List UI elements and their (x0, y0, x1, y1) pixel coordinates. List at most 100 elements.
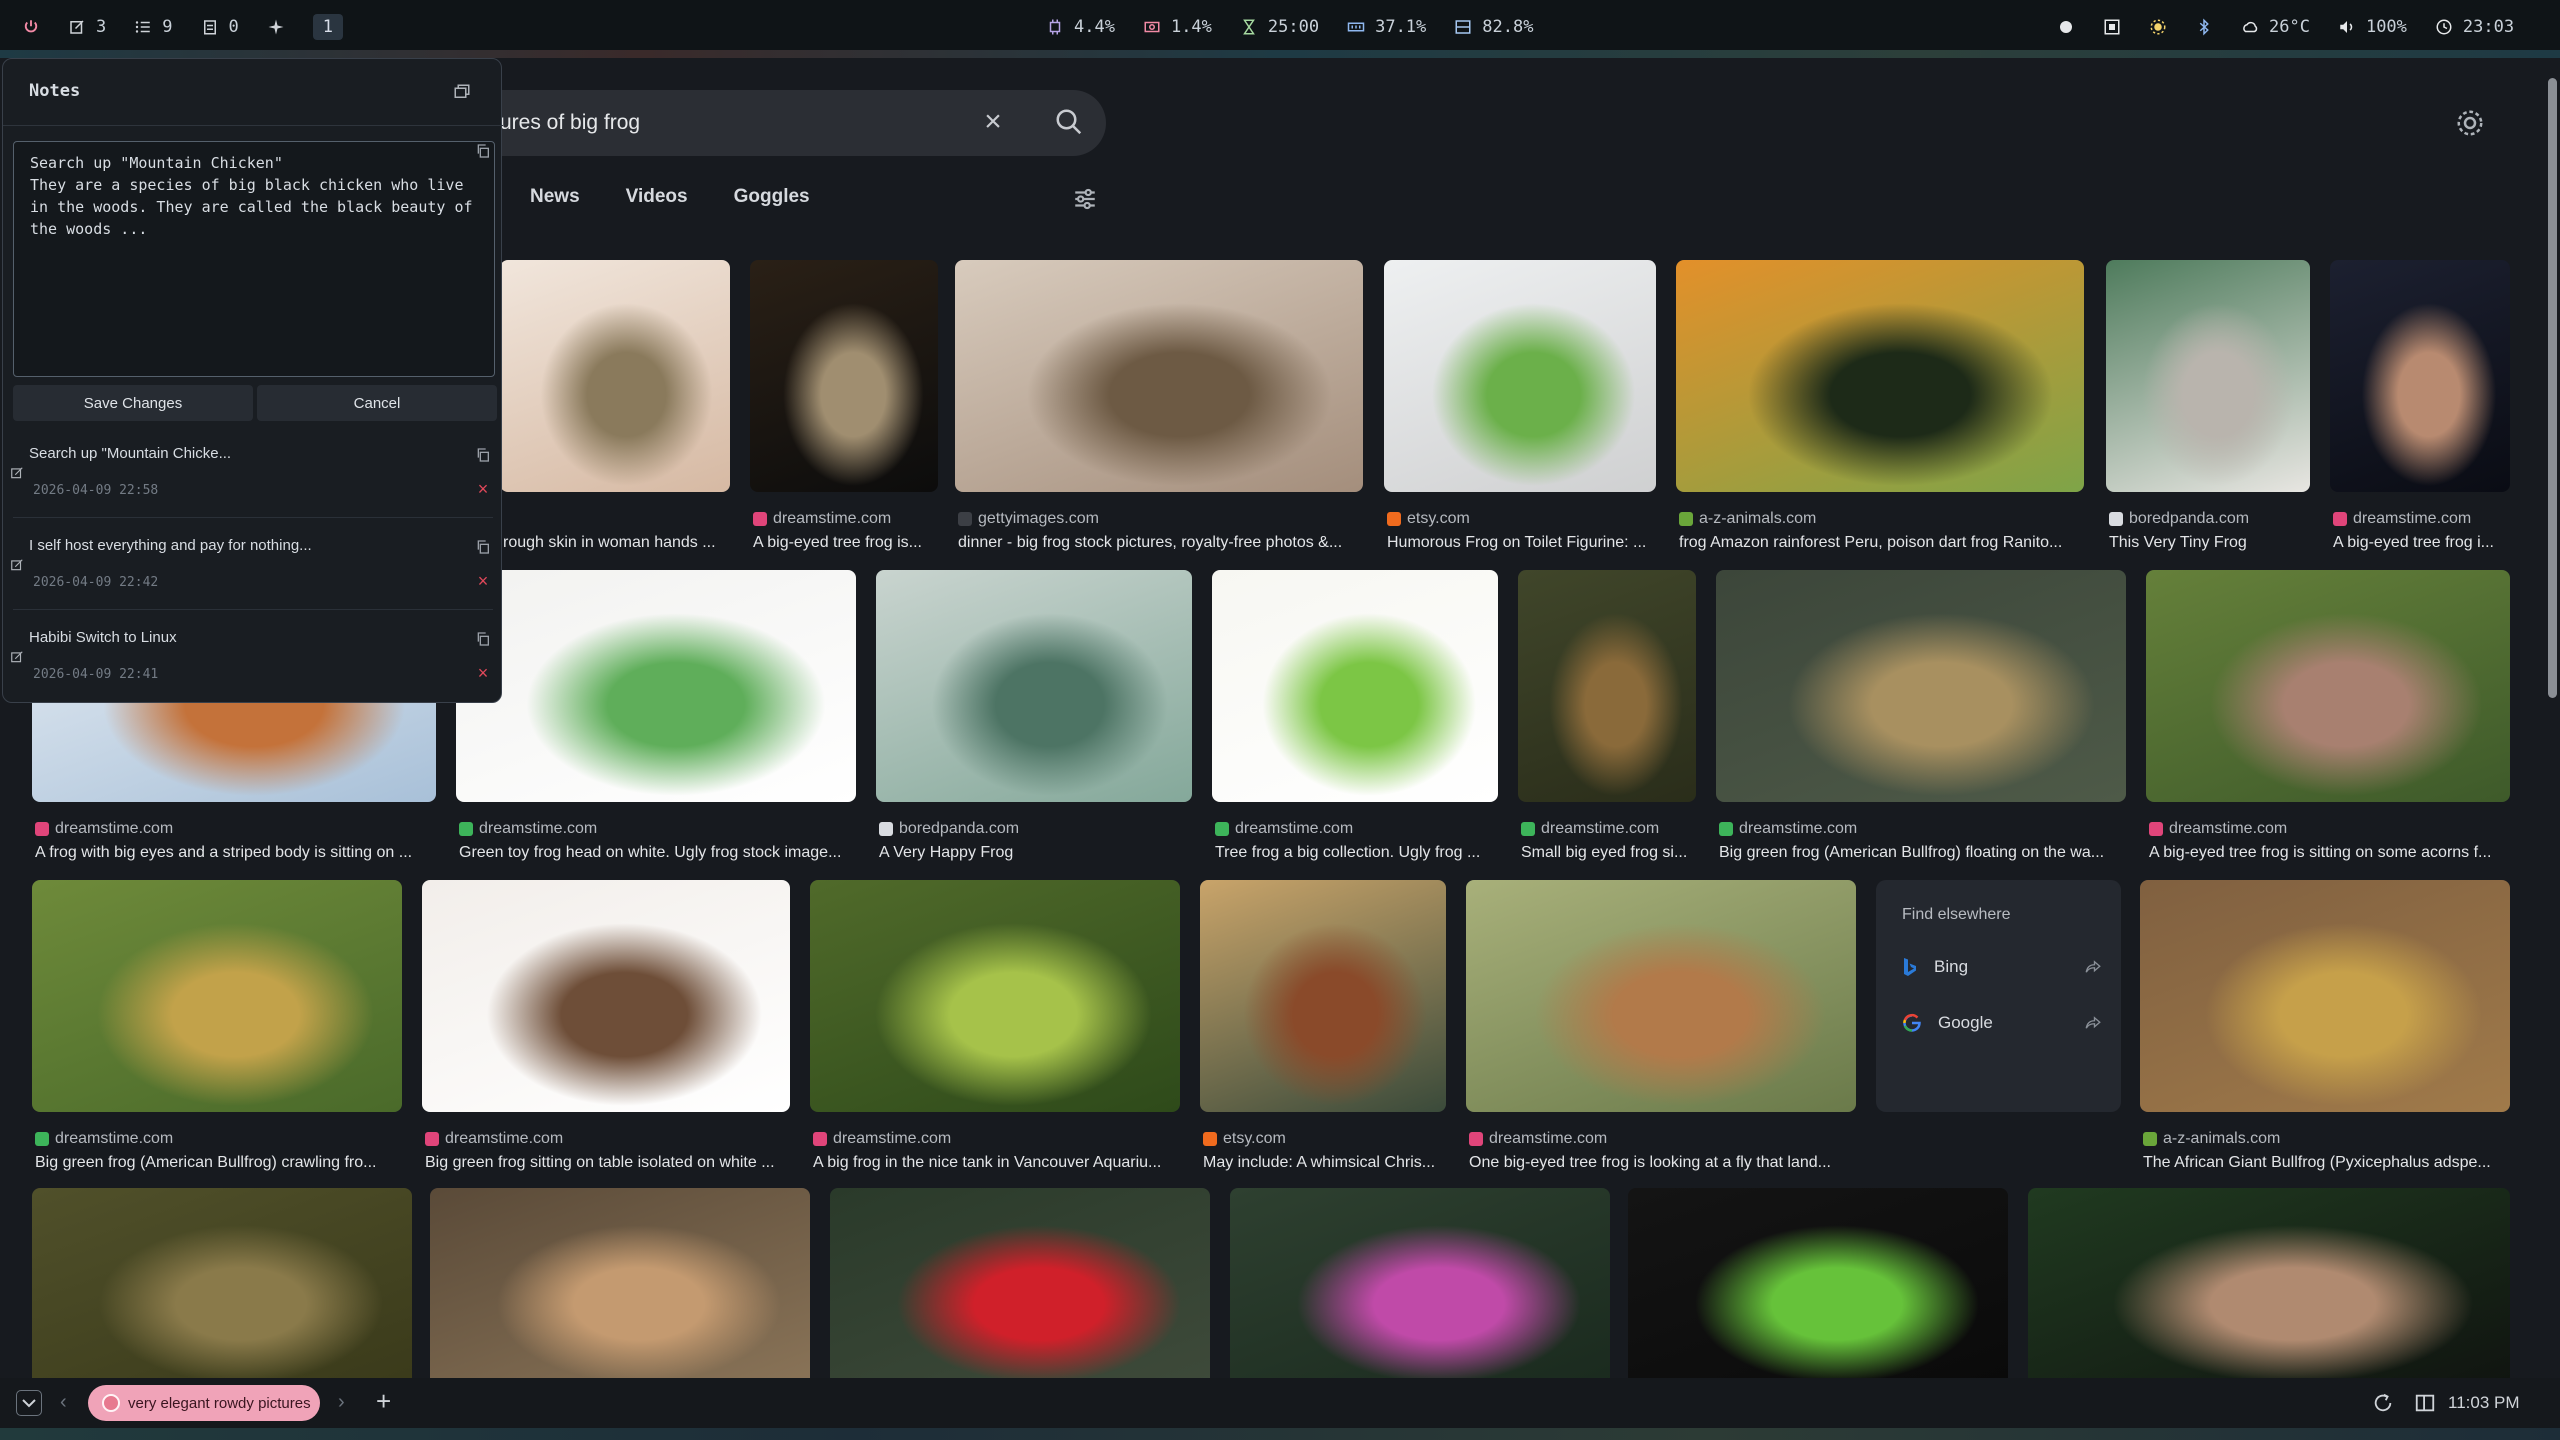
image-result[interactable]: rough skin in woman hands ... (500, 260, 730, 572)
note-editor[interactable] (13, 141, 495, 377)
result-thumbnail[interactable] (1384, 260, 1656, 492)
result-thumbnail[interactable] (500, 260, 730, 492)
left-clipboard[interactable]: 0 (201, 17, 239, 37)
page-scrollbar[interactable] (2545, 58, 2560, 1378)
result-caption[interactable]: Humorous Frog on Toilet Figurine: ... (1387, 534, 1655, 552)
result-thumbnail[interactable] (456, 570, 856, 802)
popout-window-icon[interactable] (453, 83, 471, 101)
right-circle[interactable] (2057, 18, 2075, 36)
result-caption[interactable]: A Very Happy Frog (879, 844, 1191, 862)
result-caption[interactable]: A big-eyed tree frog is sitting on some … (2149, 844, 2509, 862)
result-thumbnail[interactable] (430, 1188, 810, 1378)
save-changes-button[interactable]: Save Changes (13, 385, 253, 421)
result-caption[interactable]: The African Giant Bullfrog (Pyxicephalus… (2143, 1154, 2509, 1172)
image-result[interactable]: dreamstime.com A big-eyed tree frog is... (750, 260, 938, 572)
result-source[interactable]: dreamstime.com (1215, 820, 1353, 838)
result-source[interactable]: boredpanda.com (879, 820, 1019, 838)
active-tab[interactable]: very elegant rowdy pictures (88, 1385, 320, 1421)
result-source[interactable]: gettyimages.com (958, 510, 1099, 528)
image-result[interactable]: boredpanda.com A Very Happy Frog (876, 570, 1192, 882)
center-cpu[interactable]: 4.4% (1046, 17, 1115, 37)
right-volume[interactable]: 100% (2338, 17, 2407, 37)
image-result[interactable]: dreamstime.com Big green frog (American B… (1716, 570, 2126, 882)
result-source[interactable]: dreamstime.com (35, 1130, 173, 1148)
result-caption[interactable]: Tree frog a big collection. Ugly frog ..… (1215, 844, 1497, 862)
result-thumbnail[interactable] (32, 880, 402, 1112)
reload-icon[interactable] (2372, 1392, 2394, 1414)
scrollbar-thumb[interactable] (2548, 78, 2557, 698)
result-caption[interactable]: dinner - big frog stock pictures, royalt… (958, 534, 1362, 552)
workspace-indicator[interactable]: 1 (312, 14, 343, 40)
tab-dropdown-button[interactable] (16, 1390, 42, 1416)
result-caption[interactable]: Big green frog (American Bullfrog) float… (1719, 844, 2125, 862)
result-thumbnail[interactable] (955, 260, 1363, 492)
result-thumbnail[interactable] (1676, 260, 2084, 492)
result-caption[interactable]: Big green frog (American Bullfrog) crawl… (35, 1154, 401, 1172)
result-thumbnail[interactable] (750, 260, 938, 492)
image-result[interactable]: gettyimages.com dinner - big frog stock p… (955, 260, 1363, 572)
saved-note-title[interactable]: Habibi Switch to Linux (29, 629, 177, 646)
result-thumbnail[interactable] (1518, 570, 1696, 802)
forward-arrow-icon[interactable]: › (338, 1392, 358, 1412)
result-thumbnail[interactable] (1628, 1188, 2008, 1378)
result-thumbnail[interactable] (1466, 880, 1856, 1112)
filters-sliders-icon[interactable] (1072, 186, 1098, 212)
image-result[interactable] (2028, 1188, 2510, 1378)
delete-x-icon[interactable]: × (475, 572, 491, 590)
result-thumbnail[interactable] (2106, 260, 2310, 492)
result-source[interactable]: etsy.com (1387, 510, 1470, 528)
image-result[interactable]: a-z-animals.com frog Amazon rainforest Pe… (1676, 260, 2084, 572)
image-result[interactable]: dreamstime.com Green toy frog head on whi… (456, 570, 856, 882)
clear-search-icon[interactable]: × (978, 107, 1008, 137)
saved-note-title[interactable]: I self host everything and pay for nothi… (29, 537, 312, 554)
result-caption[interactable]: May include: A whimsical Chris... (1203, 1154, 1445, 1172)
result-thumbnail[interactable] (830, 1188, 1210, 1378)
result-source[interactable]: dreamstime.com (2149, 820, 2287, 838)
tab-news[interactable]: News (530, 186, 580, 208)
result-source[interactable]: dreamstime.com (1521, 820, 1659, 838)
result-source[interactable]: dreamstime.com (813, 1130, 951, 1148)
image-result[interactable]: dreamstime.com Small big eyed frog si... (1518, 570, 1696, 882)
search-icon[interactable] (1054, 107, 1084, 137)
result-caption[interactable]: A big-eyed tree frog i... (2333, 534, 2509, 552)
right-brightness[interactable] (2149, 18, 2167, 36)
saved-note[interactable]: Habibi Switch to Linux 2026-04-09 22:41 × (3, 615, 503, 707)
saved-note[interactable]: Search up "Mountain Chicke... 2026-04-09 … (3, 431, 503, 523)
result-source[interactable]: a-z-animals.com (1679, 510, 1816, 528)
result-source[interactable]: dreamstime.com (35, 820, 173, 838)
result-thumbnail[interactable] (1716, 570, 2126, 802)
center-hourglass[interactable]: 25:00 (1240, 17, 1319, 37)
saved-note-title[interactable]: Search up "Mountain Chicke... (29, 445, 231, 462)
center-disk[interactable]: 82.8% (1454, 17, 1533, 37)
left-power[interactable] (22, 18, 40, 36)
image-result[interactable]: etsy.com May include: A whimsical Chris..… (1200, 880, 1446, 1192)
result-thumbnail[interactable] (876, 570, 1192, 802)
center-gpu[interactable]: 1.4% (1143, 17, 1212, 37)
right-weather[interactable]: 26°C (2241, 17, 2310, 37)
image-result[interactable] (32, 1188, 412, 1378)
result-caption[interactable]: frog Amazon rainforest Peru, poison dart… (1679, 534, 2083, 552)
image-result[interactable] (1628, 1188, 2008, 1378)
left-sparkle[interactable] (267, 18, 285, 36)
result-thumbnail[interactable] (2146, 570, 2510, 802)
copy-icon[interactable] (475, 143, 491, 159)
result-thumbnail[interactable] (2140, 880, 2510, 1112)
result-caption[interactable]: A frog with big eyes and a striped body … (35, 844, 435, 862)
result-source[interactable]: dreamstime.com (1469, 1130, 1607, 1148)
tab-goggles[interactable]: Goggles (734, 186, 810, 208)
image-result[interactable]: dreamstime.com A big-eyed tree frog is si… (2146, 570, 2510, 882)
result-source[interactable]: dreamstime.com (425, 1130, 563, 1148)
back-arrow-icon[interactable]: ‹ (60, 1392, 80, 1412)
right-bluetooth[interactable] (2195, 18, 2213, 36)
result-thumbnail[interactable] (2330, 260, 2510, 492)
result-source[interactable]: dreamstime.com (753, 510, 891, 528)
new-tab-plus-icon[interactable]: + (376, 1388, 391, 1414)
delete-x-icon[interactable]: × (475, 480, 491, 498)
image-result[interactable]: dreamstime.com Tree frog a big collection… (1212, 570, 1498, 882)
image-result[interactable]: etsy.com Humorous Frog on Toilet Figurine… (1384, 260, 1656, 572)
image-result[interactable]: dreamstime.com A big frog in the nice tan… (810, 880, 1180, 1192)
image-result[interactable] (830, 1188, 1210, 1378)
result-caption[interactable]: Small big eyed frog si... (1521, 844, 1695, 862)
sidebar-toggle-icon[interactable] (2414, 1392, 2436, 1414)
copy-icon[interactable] (475, 539, 491, 555)
